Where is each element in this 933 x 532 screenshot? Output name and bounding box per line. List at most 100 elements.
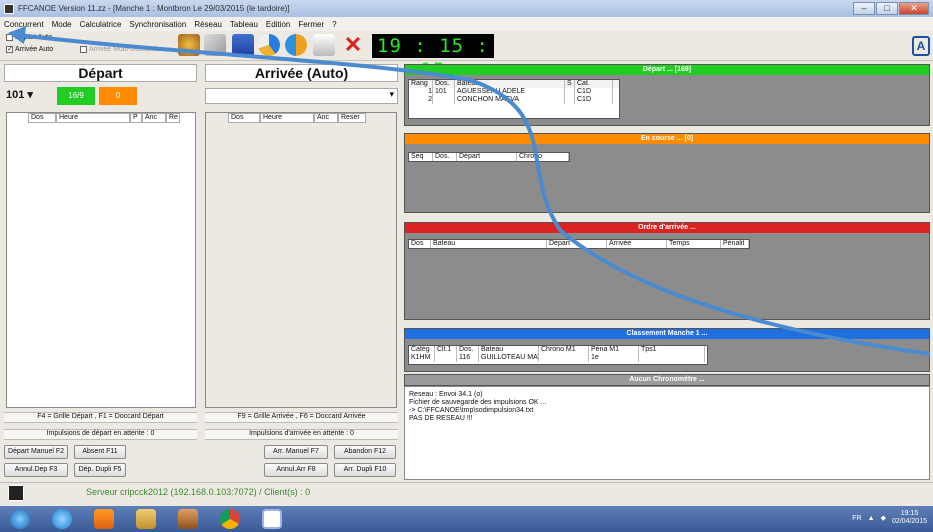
arr-manuel-button[interactable]: Arr. Manuel F7 (264, 445, 328, 459)
absent-button[interactable]: Absent F11 (74, 445, 126, 459)
classement-table[interactable]: Catég Clt.1 Dos. Bateau Chrono M1 Péna M… (408, 345, 708, 365)
col-dos: Dos (228, 113, 260, 123)
log-line: Fichier de sauvegarde des impulsions OK … (409, 399, 547, 406)
col-bateau: Bateau (479, 346, 539, 354)
cell-clt1 (435, 354, 457, 362)
arrivee-select[interactable]: ▾ (205, 88, 398, 104)
ffcanoe-taskbar-icon[interactable] (262, 509, 282, 529)
dep-dupli-button[interactable]: Dép. Dupli F5 (74, 463, 126, 477)
users-icon[interactable] (178, 34, 200, 56)
tray-clock[interactable]: 19:15 02/04/2015 (892, 510, 927, 526)
cell-dos (433, 96, 455, 104)
maximize-button[interactable]: □ (876, 2, 898, 15)
arrivee-multi-checkbox[interactable]: Arrivée Multi-Doccards (80, 46, 160, 53)
col-anc: Anc (142, 113, 166, 123)
log-line: Reseau : Envoi 34.1 (o) (409, 391, 483, 398)
language-indicator[interactable]: FR (852, 515, 861, 522)
table-row[interactable]: 1 101 AGUESSEAU ADÈLE C1D (409, 88, 619, 96)
app-icon (4, 3, 14, 14)
col-clt1: Clt.1 (435, 346, 457, 354)
status-icon (8, 485, 24, 501)
ordre-section-bar: Ordre d'arrivée ... (405, 223, 929, 233)
col-tps1: Tps1 (639, 346, 705, 354)
depart-table[interactable]: Rang Dos. Bateau S Cat. 1 101 AGUESSEAU … (408, 79, 620, 119)
classement-table-header: Catég Clt.1 Dos. Bateau Chrono M1 Péna M… (409, 346, 707, 354)
depart-auto-checkbox[interactable]: Départ Auto (6, 34, 52, 41)
arrivee-auto-checkbox[interactable]: ✓ Arrivée Auto (6, 46, 53, 53)
cell-dos: 101 (433, 88, 455, 96)
menu-mode[interactable]: Mode (52, 20, 72, 29)
col-arrivee: Arrivée (607, 240, 667, 248)
close-button[interactable]: ✕ (899, 2, 929, 15)
menu-concurrent[interactable]: Concurrent (4, 20, 44, 29)
bib-value: 101 (6, 89, 25, 101)
col-reser: Reser (338, 113, 366, 123)
bib-select[interactable]: 101 ▾ (6, 88, 52, 104)
cell-categ: K1HM (409, 354, 435, 362)
cell-s (565, 96, 575, 104)
window-title: FFCANOE Version 11.zz - [Manche 1 : Mont… (18, 4, 290, 13)
cancel-x-icon[interactable]: ✕ (342, 34, 364, 56)
log-area[interactable]: Reseau : Envoi 34.1 (o) Fichier de sauve… (404, 386, 930, 480)
volume-icon[interactable]: ◆ (881, 514, 886, 522)
depart-hint: F4 = Grille Départ , F1 = Doccard Départ (4, 412, 197, 423)
server-status: Serveur cripcck2012 (192.168.0.103:7072)… (86, 487, 311, 497)
col-rang: Rang (409, 80, 433, 88)
depart-title: Départ (4, 64, 197, 82)
menu-tableau[interactable]: Tableau (230, 20, 258, 29)
calculator-icon[interactable] (232, 34, 254, 56)
menu-bar: Concurrent Mode Calculatrice Synchronisa… (0, 17, 933, 31)
app-icon-taskbar[interactable] (178, 509, 198, 529)
orange-counter: 0 (99, 87, 137, 105)
col-re: Re (166, 113, 180, 123)
cell-chrono (539, 354, 589, 362)
menu-fermer[interactable]: Fermer (298, 20, 324, 29)
col-bateau: Bateau (455, 80, 565, 88)
arrivee-list[interactable] (205, 112, 397, 408)
vlc-icon[interactable] (94, 509, 114, 529)
sync-icon[interactable] (285, 34, 307, 56)
tray-date: 02/04/2015 (891, 518, 927, 525)
runner-icon[interactable] (204, 34, 226, 56)
cell-pena: 1e (589, 354, 639, 362)
app-window: FFCANOE Version 11.zz - [Manche 1 : Mont… (0, 0, 933, 506)
col-seq: Seq (409, 153, 433, 161)
col-dos: Dos (409, 240, 431, 248)
arrivee-hint: F9 = Grille Arrivée , F6 = Doccard Arriv… (205, 412, 398, 423)
minimize-button[interactable]: – (853, 2, 875, 15)
annul-dep-button[interactable]: Annul.Dep F3 (4, 463, 68, 477)
system-tray: FR ▲ ◆ 19:15 02/04/2015 (852, 510, 927, 526)
ordre-table[interactable]: Dos Bateau Départ Arrivée Temps Pénalit (408, 239, 750, 249)
depart-auto-label: Départ Auto (15, 34, 52, 41)
ie-icon[interactable] (52, 509, 72, 529)
menu-synchronisation[interactable]: Synchronisation (129, 20, 186, 29)
col-depart: Départ (547, 240, 607, 248)
cell-bateau: GUILLOTEAU MATHE (481, 354, 539, 362)
pie-chart-icon[interactable] (258, 34, 280, 56)
abandon-button[interactable]: Abandon F12 (334, 445, 396, 459)
depart-pending: Impulsions de départ en attente : 0 (4, 429, 197, 440)
col-dos: Dos. (457, 346, 479, 354)
chrome-icon[interactable] (220, 509, 240, 529)
network-icon[interactable]: ▲ (868, 515, 875, 522)
col-heure: Heure (260, 113, 314, 123)
arr-dupli-button[interactable]: Arr. Dupli F10 (334, 463, 396, 477)
arrivee-pending: Impulsions d'arrivée en attente : 0 (205, 429, 398, 440)
green-counter: 16/9 (57, 87, 95, 105)
printer-icon[interactable] (313, 34, 335, 56)
table-row[interactable]: K1HM 116 GUILLOTEAU MATHE 1e (409, 354, 707, 362)
classement-section-bar: Classement Manche 1 ... (405, 329, 929, 339)
depart-manuel-button[interactable]: Départ Manuel F2 (4, 445, 68, 459)
menu-help[interactable]: ? (332, 20, 336, 29)
annul-arr-button[interactable]: Annul.Arr F8 (264, 463, 328, 477)
menu-calculatrice[interactable]: Calculatrice (80, 20, 122, 29)
start-icon[interactable] (10, 509, 30, 529)
menu-reseau[interactable]: Réseau (194, 20, 222, 29)
encourse-table[interactable]: Seq Dos. Départ Chrono (408, 152, 570, 162)
depart-list[interactable] (6, 112, 196, 408)
cell-bateau: CONCHON MAEVA (455, 96, 565, 104)
log-line: PAS DE RESEAU !!! (409, 415, 473, 422)
menu-edition[interactable]: Edition (266, 20, 290, 29)
table-row[interactable]: 2 CONCHON MAEVA C1D (409, 96, 619, 104)
explorer-icon[interactable] (136, 509, 156, 529)
